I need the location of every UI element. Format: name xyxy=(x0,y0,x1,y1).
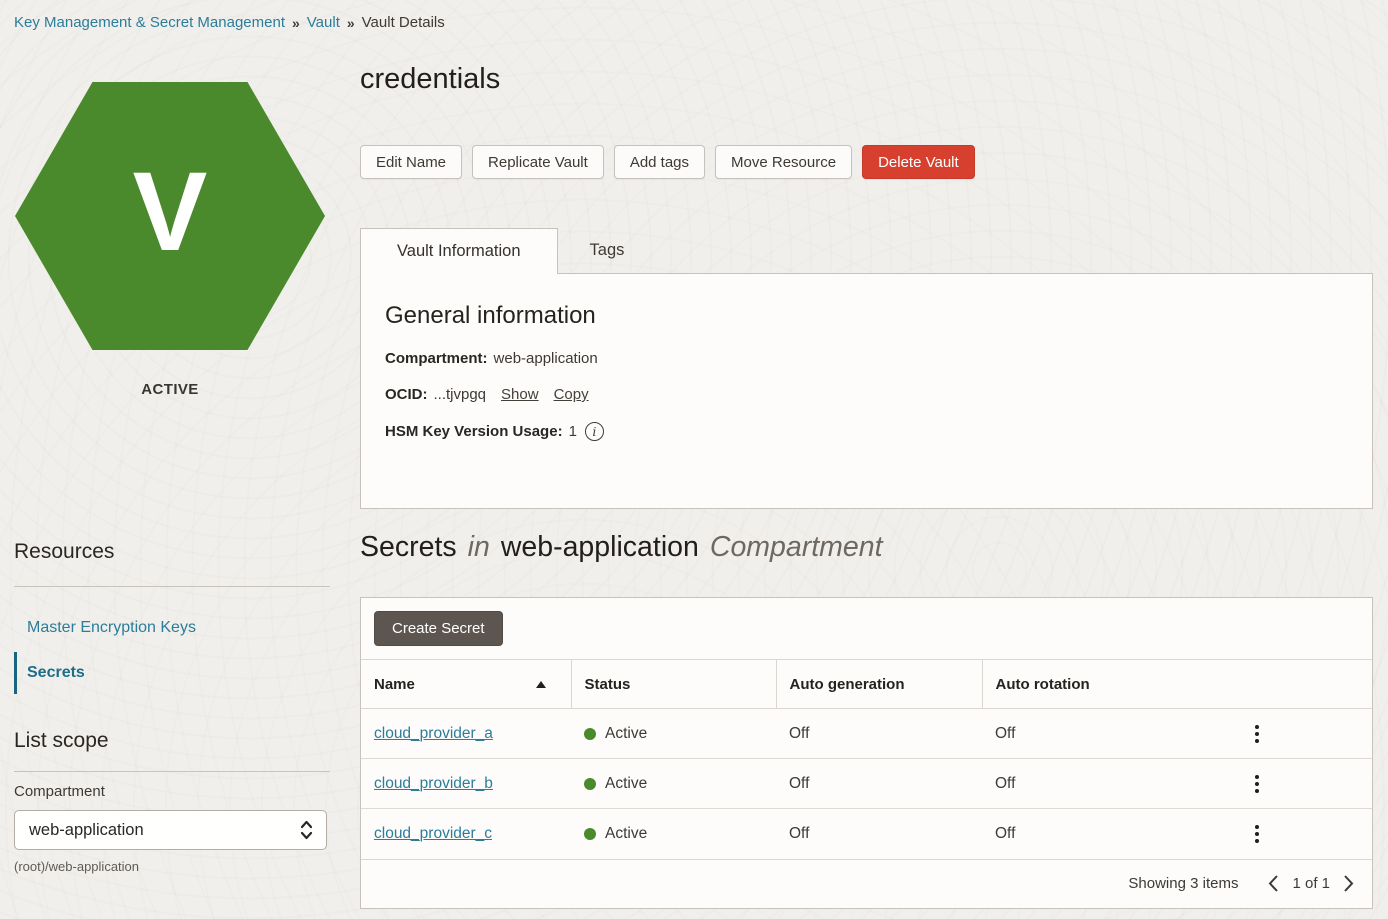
auto-rotation-value: Off xyxy=(995,825,1015,843)
vault-status-label: ACTIVE xyxy=(15,381,325,398)
status-text: Active xyxy=(605,825,647,843)
tab-vault-information[interactable]: Vault Information xyxy=(360,228,558,274)
compartment-select[interactable]: web-application xyxy=(14,810,327,850)
tab-bar: Vault Information Tags xyxy=(360,228,656,274)
compartment-field: Compartment: web-application xyxy=(385,350,1348,367)
sidebar-item-secrets[interactable]: Secrets xyxy=(14,652,85,694)
column-header-name-label: Name xyxy=(374,676,415,693)
ocid-field-label: OCID: xyxy=(385,386,428,403)
previous-page-icon[interactable] xyxy=(1268,874,1279,893)
edit-name-button[interactable]: Edit Name xyxy=(360,145,462,179)
row-actions-kebab-icon[interactable] xyxy=(1247,770,1267,798)
replicate-vault-button[interactable]: Replicate Vault xyxy=(472,145,604,179)
row-actions-kebab-icon[interactable] xyxy=(1247,720,1267,748)
sort-ascending-icon xyxy=(536,681,546,688)
compartment-field-value: web-application xyxy=(494,350,598,367)
status-active-dot-icon xyxy=(584,778,596,790)
move-resource-button[interactable]: Move Resource xyxy=(715,145,852,179)
create-secret-button[interactable]: Create Secret xyxy=(374,611,503,646)
column-header-name[interactable]: Name xyxy=(361,660,571,709)
table-row: cloud_provider_a Active Off Off xyxy=(361,709,1372,759)
hsm-key-version-field: HSM Key Version Usage: 1 i xyxy=(385,422,1348,441)
divider xyxy=(14,586,330,587)
sidebar-item-master-encryption-keys[interactable]: Master Encryption Keys xyxy=(27,619,196,637)
page-title: credentials xyxy=(360,63,500,96)
general-information-heading: General information xyxy=(385,302,1348,330)
add-tags-button[interactable]: Add tags xyxy=(614,145,705,179)
compartment-label: Compartment xyxy=(14,783,105,800)
secret-name-link[interactable]: cloud_provider_c xyxy=(374,825,492,842)
list-scope-heading: List scope xyxy=(14,729,109,753)
action-button-row: Edit Name Replicate Vault Add tags Move … xyxy=(360,145,975,179)
breadcrumb-separator: » xyxy=(347,15,355,31)
secrets-table-card: Create Secret Name Status Auto generatio… xyxy=(360,597,1373,909)
status-active-dot-icon xyxy=(584,828,596,840)
ocid-show-link[interactable]: Show xyxy=(501,386,539,403)
select-stepper-icon xyxy=(299,819,314,841)
tab-tags[interactable]: Tags xyxy=(558,228,657,274)
resources-heading: Resources xyxy=(14,540,114,564)
table-header-row: Name Status Auto generation Auto rotatio… xyxy=(361,660,1372,709)
column-header-status: Status xyxy=(571,660,776,709)
auto-generation-value: Off xyxy=(789,775,809,792)
next-page-icon[interactable] xyxy=(1343,874,1354,893)
secret-name-link[interactable]: cloud_provider_a xyxy=(374,725,493,742)
pagination: 1 of 1 xyxy=(1268,874,1354,893)
status-text: Active xyxy=(605,775,647,793)
ocid-field-value: ...tjvpgq xyxy=(434,386,487,403)
main-content: credentials Edit Name Replicate Vault Ad… xyxy=(360,0,1374,919)
info-icon[interactable]: i xyxy=(585,422,604,441)
table-toolbar: Create Secret xyxy=(361,598,1372,659)
secrets-heading-word: Secrets xyxy=(360,531,457,563)
column-header-auto-rotation: Auto rotation xyxy=(982,660,1372,709)
table-footer: Showing 3 items 1 of 1 xyxy=(361,859,1372,909)
compartment-path: (root)/web-application xyxy=(14,859,139,874)
vault-hexagon-icon: V xyxy=(15,82,325,350)
status-text: Active xyxy=(605,725,647,743)
showing-items-text: Showing 3 items xyxy=(1128,875,1238,892)
vault-avatar-letter: V xyxy=(133,156,208,268)
auto-generation-value: Off xyxy=(789,825,809,842)
compartment-select-value: web-application xyxy=(29,821,144,840)
auto-rotation-value: Off xyxy=(995,775,1015,793)
table-row: cloud_provider_c Active Off Off xyxy=(361,809,1372,859)
secrets-heading-compartment-word: Compartment xyxy=(710,531,883,563)
auto-rotation-value: Off xyxy=(995,725,1015,743)
column-header-auto-generation: Auto generation xyxy=(776,660,982,709)
divider xyxy=(14,771,330,772)
page-indicator: 1 of 1 xyxy=(1292,875,1330,892)
ocid-field: OCID: ...tjvpgq Show Copy xyxy=(385,386,1348,403)
sidebar-item-secrets-label[interactable]: Secrets xyxy=(27,664,85,682)
delete-vault-button[interactable]: Delete Vault xyxy=(862,145,975,179)
row-actions-kebab-icon[interactable] xyxy=(1247,820,1267,848)
secrets-section-heading: Secrets in web-application Compartment xyxy=(360,531,883,564)
secrets-heading-in: in xyxy=(468,531,490,563)
left-sidebar: V ACTIVE Resources Master Encryption Key… xyxy=(14,0,330,919)
secret-name-link[interactable]: cloud_provider_b xyxy=(374,775,493,792)
compartment-field-label: Compartment: xyxy=(385,350,488,367)
hsm-field-value: 1 xyxy=(569,423,577,440)
secrets-table: Name Status Auto generation Auto rotatio… xyxy=(361,659,1372,859)
hsm-field-label: HSM Key Version Usage: xyxy=(385,423,563,440)
vault-information-panel: General information Compartment: web-app… xyxy=(360,273,1373,509)
auto-generation-value: Off xyxy=(789,725,809,742)
vault-details-page: Key Management & Secret Management » Vau… xyxy=(0,0,1388,919)
secrets-heading-compartment-name: web-application xyxy=(501,531,699,563)
ocid-copy-link[interactable]: Copy xyxy=(554,386,589,403)
table-row: cloud_provider_b Active Off Off xyxy=(361,759,1372,809)
status-active-dot-icon xyxy=(584,728,596,740)
